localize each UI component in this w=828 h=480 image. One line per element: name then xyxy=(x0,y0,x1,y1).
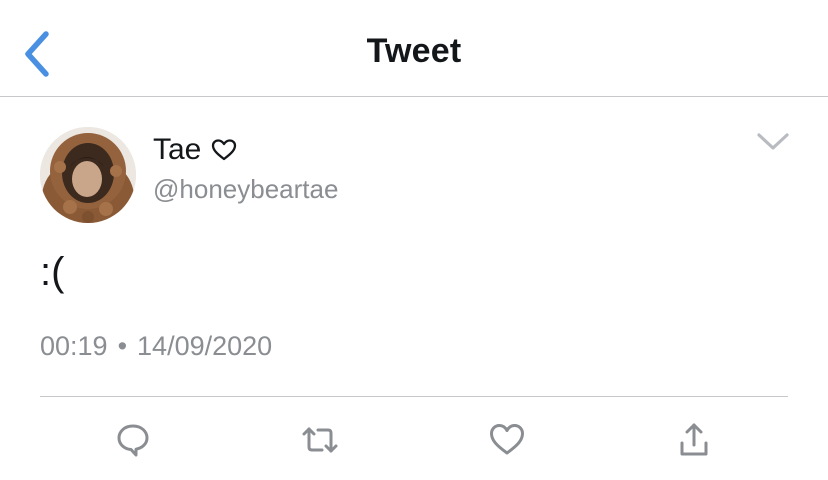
tweet-date: 14/09/2020 xyxy=(137,331,273,361)
tweet-timestamp: 00:19 • 14/09/2020 xyxy=(40,331,272,362)
share-button[interactable] xyxy=(672,418,716,462)
reply-bubble-icon xyxy=(117,424,149,457)
chevron-down-icon xyxy=(757,133,789,150)
nav-bar: Tweet xyxy=(0,0,828,97)
divider xyxy=(40,396,788,397)
retweet-icon xyxy=(302,427,338,453)
reply-button[interactable] xyxy=(111,418,155,462)
heart-icon xyxy=(490,424,524,455)
tweet-time: 00:19 xyxy=(40,331,108,361)
avatar[interactable] xyxy=(40,127,136,223)
author-handle[interactable]: @honeybeartae xyxy=(153,174,338,205)
tweet-text: :( xyxy=(40,250,65,294)
timestamp-separator: • xyxy=(117,331,128,361)
heart-outline-icon xyxy=(212,139,237,161)
like-button[interactable] xyxy=(485,418,529,462)
page-title: Tweet xyxy=(366,32,462,70)
avatar-image xyxy=(40,127,136,223)
share-icon xyxy=(680,423,708,456)
retweet-button[interactable] xyxy=(298,418,342,462)
author-name-row[interactable]: Tae xyxy=(153,130,237,170)
tweet-options-button[interactable] xyxy=(756,130,790,154)
display-name[interactable]: Tae xyxy=(153,133,201,167)
